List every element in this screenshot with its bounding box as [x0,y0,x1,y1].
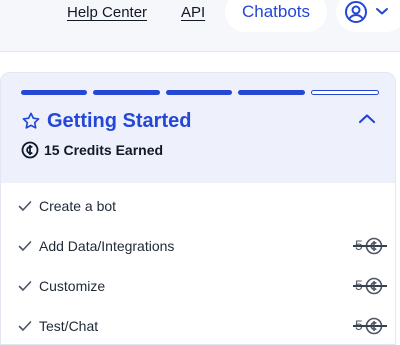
reward-strikethrough [353,245,387,247]
check-icon [18,241,32,251]
star-icon [22,112,40,129]
check-icon [18,321,32,331]
user-circle-icon [345,1,367,23]
getting-started-card: Getting Started 15 Credits Earned Create… [0,72,396,345]
profile-menu-button[interactable] [336,0,400,32]
progress-segment [238,90,305,95]
getting-started-title-row: Getting Started [21,108,191,134]
task-customize[interactable]: Customize 5 [17,273,387,299]
credits-earned: 15 Credits Earned [21,141,163,159]
task-add-data-integrations[interactable]: Add Data/Integrations 5 [17,233,387,259]
progress-segment [165,90,233,95]
task-reward: 5 [353,316,387,336]
task-label: Create a bot [39,198,117,214]
task-reward: 5 [353,236,387,256]
progress-segment [310,90,380,95]
chatbots-button[interactable]: Chatbots [225,0,327,32]
task-test-chat[interactable]: Test/Chat 5 [17,313,387,339]
help-center-link[interactable]: Help Center [67,4,147,21]
reward-strikethrough [353,325,387,327]
task-label: Test/Chat [39,318,99,334]
api-link[interactable]: API [181,4,205,21]
getting-started-header[interactable]: Getting Started 15 Credits Earned [1,73,395,183]
progress-segment [21,90,88,95]
credits-earned-label: 15 Credits Earned [44,142,164,158]
progress-bar [21,90,380,95]
check-icon [18,281,32,291]
task-label: Add Data/Integrations [39,238,175,254]
chevron-up-icon[interactable] [356,111,378,127]
top-nav: Help Center API Chatbots [0,0,400,52]
task-create-bot[interactable]: Create a bot [17,193,387,219]
chatbots-label: Chatbots [241,2,311,21]
reward-strikethrough [353,285,387,287]
chevron-down-icon [376,8,388,15]
credit-coin-icon [21,141,39,159]
getting-started-title: Getting Started [47,109,192,132]
check-icon [18,201,32,211]
progress-segment [93,90,160,95]
task-reward: 5 [353,276,387,296]
task-label: Customize [39,278,106,294]
